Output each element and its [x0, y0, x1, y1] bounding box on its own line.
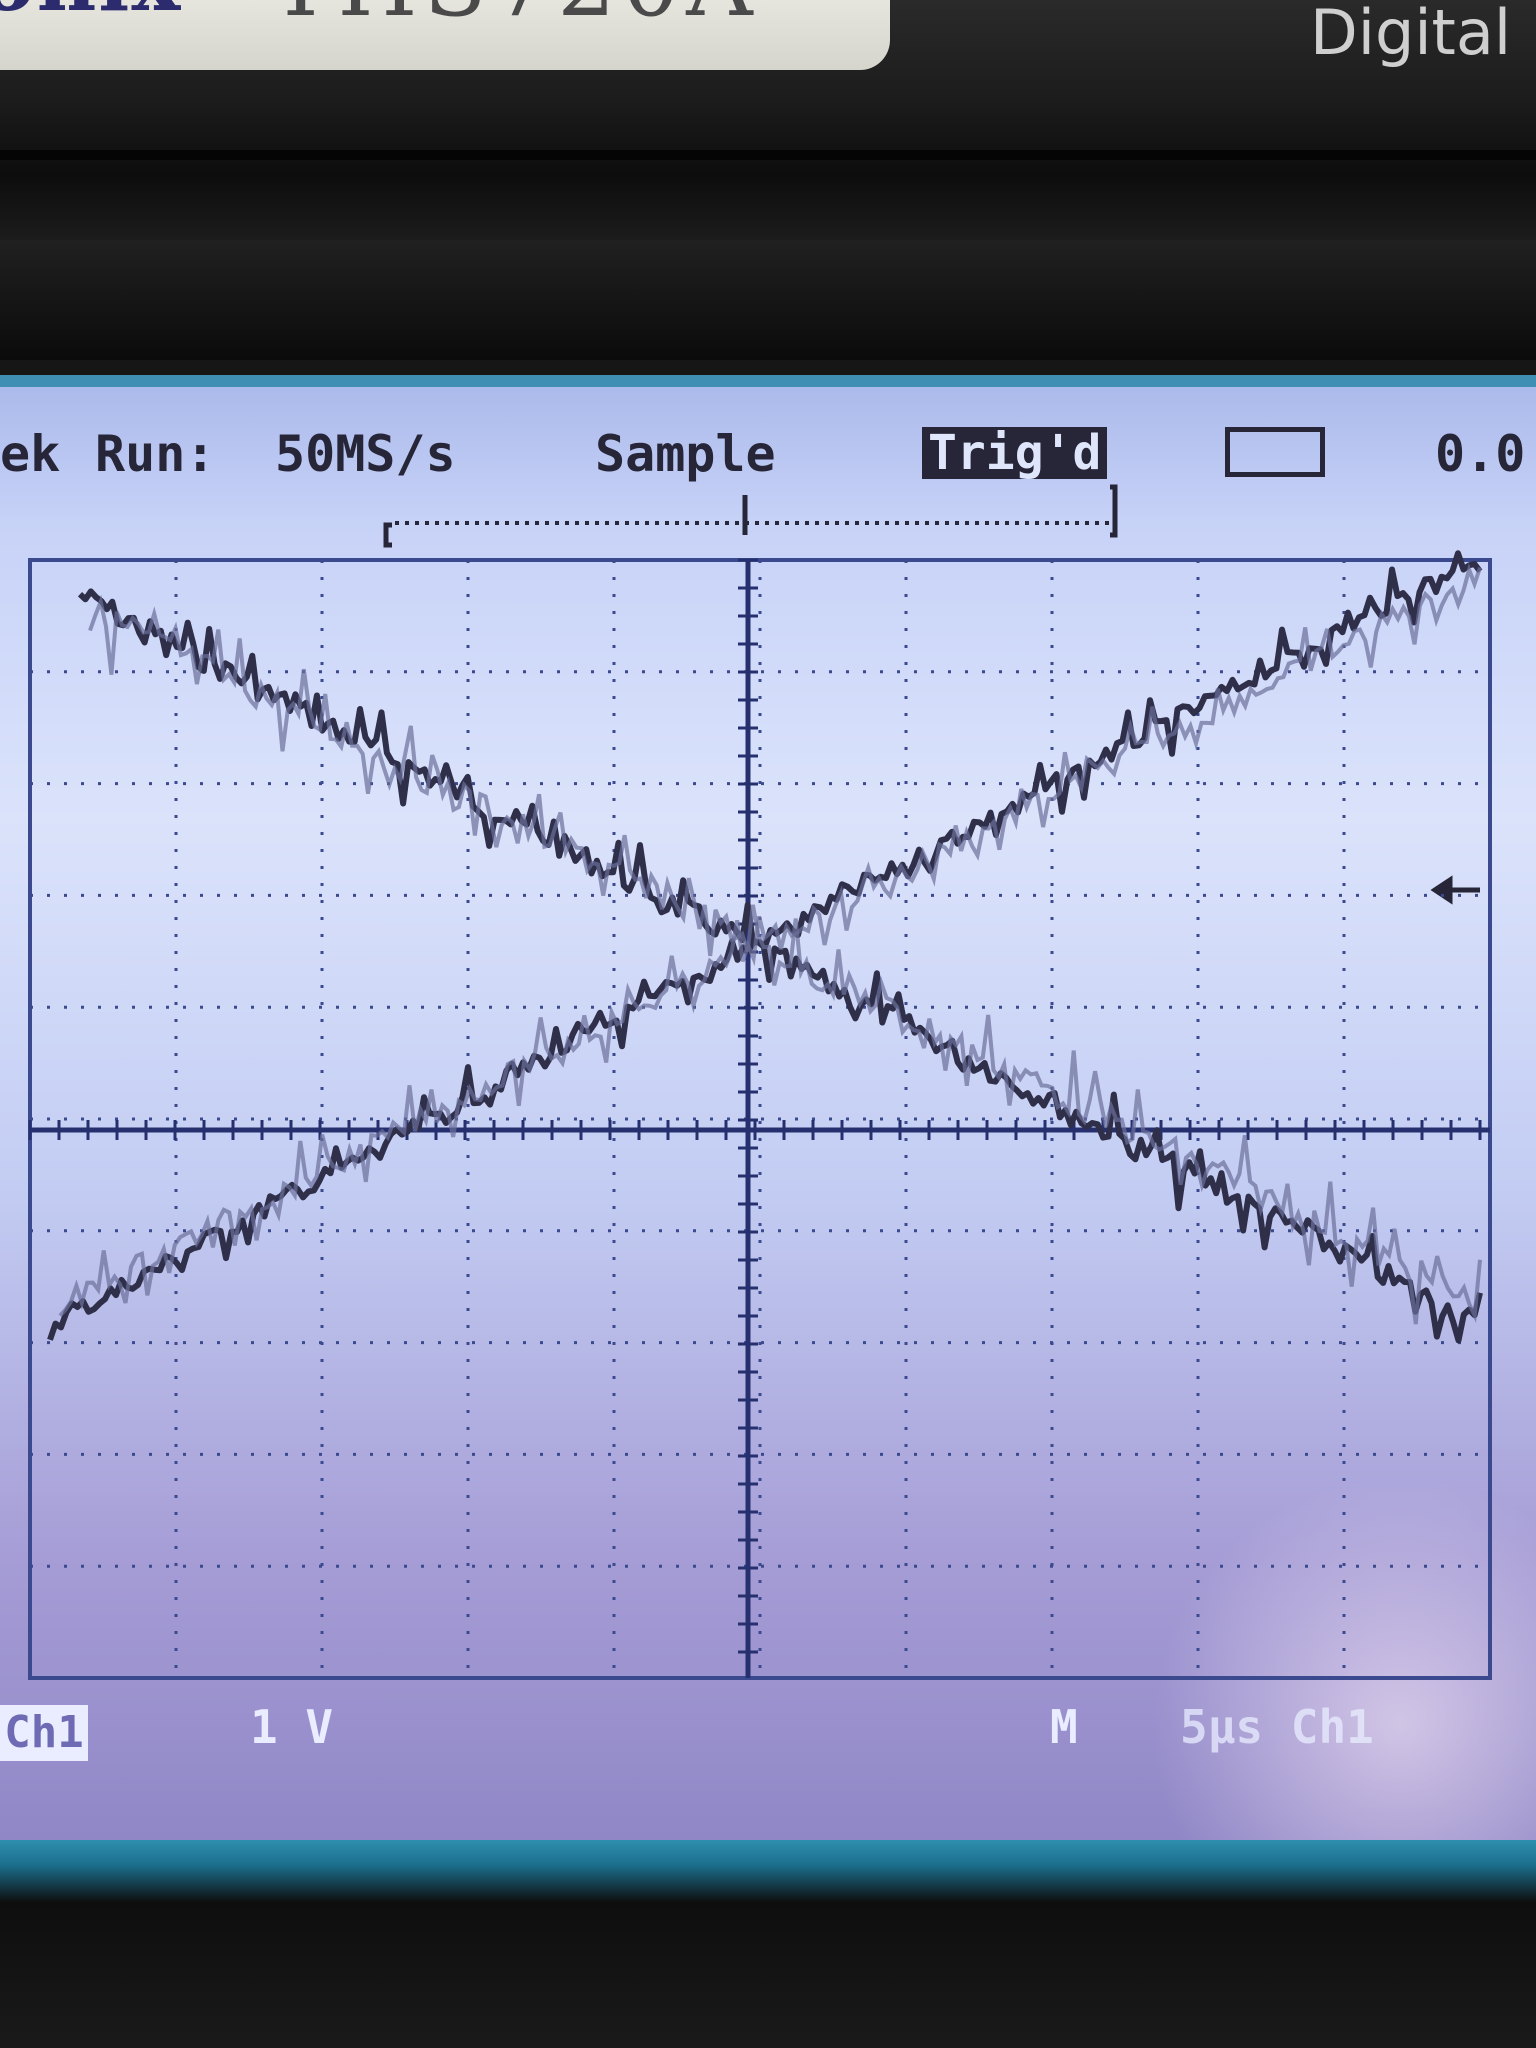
graticule-axis-ticks	[28, 558, 1482, 1654]
bezel-ridge	[0, 150, 1536, 160]
bottom-readout: 1 V M 5μs Ch1	[0, 1700, 1536, 1780]
oscilloscope-screen: ek Run: 50MS/s Sample 0.0 Trig'd Ch1 1 V…	[0, 375, 1536, 1850]
record-view-bracket	[383, 484, 1118, 548]
bezel-ridge	[0, 240, 1536, 360]
instrument-bezel-top: onix THS720A Digital	[0, 0, 1536, 360]
trigger-level-arrow	[1430, 875, 1480, 905]
brand-plate: onix THS720A	[0, 0, 890, 70]
model-name: THS720A	[270, 0, 759, 37]
instrument-bezel-bottom	[0, 1840, 1536, 2048]
graticule	[28, 484, 1492, 1680]
graticule-grid	[30, 560, 1490, 1678]
brand-name: onix	[0, 0, 182, 30]
time-base: 5μs Ch1	[1180, 1700, 1374, 1754]
horizontal-label: M	[1050, 1700, 1078, 1754]
bezel-label: Digital	[1310, 0, 1512, 69]
volts-per-div: 1 V	[250, 1700, 334, 1754]
